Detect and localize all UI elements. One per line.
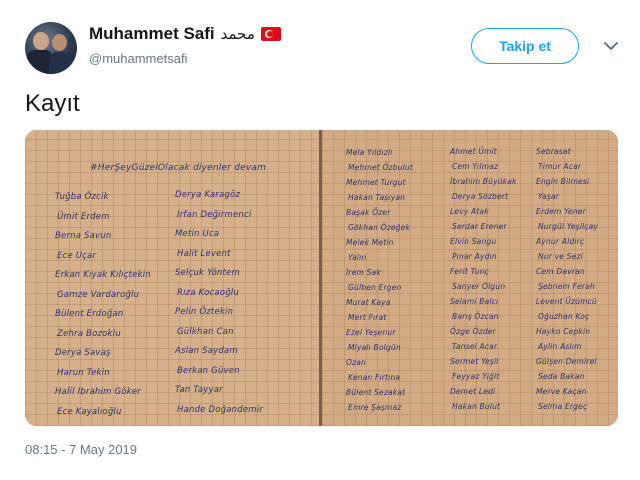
handwritten-name: Engin Bilmesi: [536, 177, 590, 186]
handwritten-name: Cem Yılmaz: [452, 162, 499, 171]
handwritten-name: Aylin Aslım: [538, 342, 582, 351]
handwritten-name: İbrahim Büyükak: [450, 177, 517, 186]
handwritten-name: Melek Metin: [346, 238, 394, 247]
handwritten-name: Sebrasat: [536, 147, 571, 156]
handwritten-name: Harun Tekin: [57, 367, 110, 378]
handwritten-name: Derya Karagöz: [175, 190, 241, 200]
handwritten-name: Aynur Aldırç: [536, 237, 585, 246]
handwritten-name: Barış Özcan: [452, 312, 499, 321]
tweet-photo[interactable]: #HerŞeyGüzelOlacak diyenler devam Tuğba …: [25, 130, 618, 426]
handwritten-name: Selma Ergeç: [538, 402, 588, 411]
handwritten-name: Metin Uca: [175, 229, 220, 239]
handwritten-name: Merve Kaçan: [536, 387, 587, 396]
handwritten-name: Gülkhan Can: [177, 326, 234, 337]
turkey-flag-icon: [260, 27, 281, 41]
handwritten-name: Gülşen Demirel: [536, 357, 597, 366]
handwritten-name: İrem Sak: [346, 268, 381, 277]
handwritten-name: Yalın: [348, 253, 367, 262]
handwritten-name: Oğuzhan Koç: [538, 312, 590, 321]
handwritten-name: Tan Tayyar: [175, 385, 223, 395]
handwritten-name: Sermet Yeşil: [450, 357, 499, 366]
handwritten-name: Erdem Yener: [536, 207, 586, 216]
display-name[interactable]: Muhammet Safi: [89, 24, 215, 44]
handwritten-name: Selami Balcı: [450, 297, 499, 306]
name-row: Muhammet Safi محمد: [89, 24, 281, 44]
user-handle[interactable]: @muhammetsafi: [89, 51, 187, 66]
tweet-timestamp[interactable]: 08:15 - 7 May 2019: [25, 442, 137, 457]
handwritten-name: Tuğba Özcik: [55, 192, 109, 202]
arabic-name: محمد: [220, 25, 255, 43]
handwritten-name: Özge Özder: [450, 327, 496, 336]
handwritten-name: Murat Kaya: [346, 298, 391, 307]
handwritten-name: Yaşar: [538, 192, 560, 201]
handwritten-name: Ferit Tunç: [450, 267, 489, 276]
handwritten-name: Başak Özer: [346, 208, 391, 217]
handwritten-name: Gamze Vardaroğlu: [57, 289, 140, 300]
tweet-header: Muhammet Safi محمد @muhammetsafi Takip e…: [25, 22, 625, 78]
handwritten-name: Hande Doğandemir: [177, 404, 264, 415]
handwritten-name: Hayko Cepkin: [536, 327, 591, 336]
handwritten-name: Ece Kayalıoğlu: [57, 406, 122, 417]
handwritten-name: Hakan Bulut: [452, 402, 501, 411]
handwritten-name: Ahmet Ümit: [450, 147, 497, 156]
handwritten-name: Feyyaz Yiğit: [452, 372, 500, 381]
handwritten-name: Mehmet Turgut: [346, 178, 406, 187]
handwritten-name: Mehmet Özbulut: [348, 163, 414, 172]
handwritten-name: Kenan Fırtına: [348, 373, 401, 382]
handwritten-name: Erkan Kıyak Kılıçtekin: [55, 270, 151, 280]
handwritten-name: Mert Fırat: [348, 313, 387, 322]
handwritten-name: Nur ve Sezi: [538, 252, 583, 261]
handwritten-name: Şebnem Ferah: [538, 282, 595, 291]
handwritten-name: Berkan Güven: [177, 365, 240, 376]
follow-button[interactable]: Takip et: [471, 28, 579, 64]
chevron-down-icon[interactable]: [599, 34, 623, 58]
handwritten-name: Levent Üzümcü: [536, 297, 597, 306]
notebook-left-page: #HerŞeyGüzelOlacak diyenler devam Tuğba …: [25, 130, 319, 426]
handwritten-name: Rıza Kocaoğlu: [177, 287, 239, 298]
handwritten-name: Emre Şaşmaz: [348, 403, 402, 412]
handwritten-name: Mela Yıldızlı: [346, 148, 393, 157]
handwritten-name: Sanyer Olgun: [452, 282, 506, 291]
tweet-text: Kayıt: [25, 90, 80, 117]
handwritten-name: Bülent Erdoğan: [55, 309, 124, 319]
handwritten-name: Hakan Taşıyan: [348, 193, 406, 202]
handwritten-name: Ezel Yeşenur: [346, 328, 396, 337]
handwritten-name: Nurgül Yeşilçay: [538, 222, 599, 231]
handwritten-name: Elvin Sangu: [450, 237, 497, 246]
handwritten-name: Cem Davran: [536, 267, 585, 276]
handwritten-name: Derya Sözbert: [452, 192, 509, 201]
avatar[interactable]: [25, 22, 77, 74]
handwritten-name: Ece Uçar: [57, 250, 97, 261]
handwritten-name: Levy Atak: [450, 207, 489, 216]
handwritten-name: Gökhan Özeğek: [348, 223, 411, 232]
page-heading: #HerŞeyGüzelOlacak diyenler devam: [90, 163, 267, 173]
handwritten-name: Ozan: [346, 358, 366, 367]
handwritten-name: Miyalı Bolgün: [348, 343, 401, 352]
handwritten-name: Seda Bakan: [538, 372, 585, 381]
handwritten-name: Demet Ledi: [450, 387, 496, 396]
handwritten-name: Bülent Sezakat: [346, 388, 406, 397]
handwritten-name: Pınar Aydın: [452, 252, 497, 261]
notebook-right-page: Mela Yıldızlı Mehmet Özbulut Mehmet Turgut…: [322, 130, 618, 426]
handwritten-name: Halit Levent: [177, 248, 231, 259]
handwritten-name: Halil Ibrahim Göker: [55, 387, 141, 397]
handwritten-name: Irfan Değirmenci: [177, 209, 252, 220]
handwritten-name: Tansel Acar: [452, 342, 498, 351]
handwritten-name: Zehra Bozoklu: [57, 328, 121, 339]
handwritten-name: Serdar Erener: [452, 222, 507, 231]
handwritten-name: Ümit Erdem: [57, 211, 110, 222]
handwritten-name: Gülben Ergen: [348, 283, 402, 292]
handwritten-name: Pelin Öztekin: [175, 307, 234, 317]
handwritten-name: Timur Acar: [538, 162, 582, 171]
handwritten-name: Derya Savaş: [55, 348, 111, 358]
handwritten-name: Selçuk Yöntem: [175, 268, 240, 278]
handwritten-name: Aslan Saydam: [175, 346, 238, 356]
handwritten-name: Berna Savun: [55, 231, 112, 241]
